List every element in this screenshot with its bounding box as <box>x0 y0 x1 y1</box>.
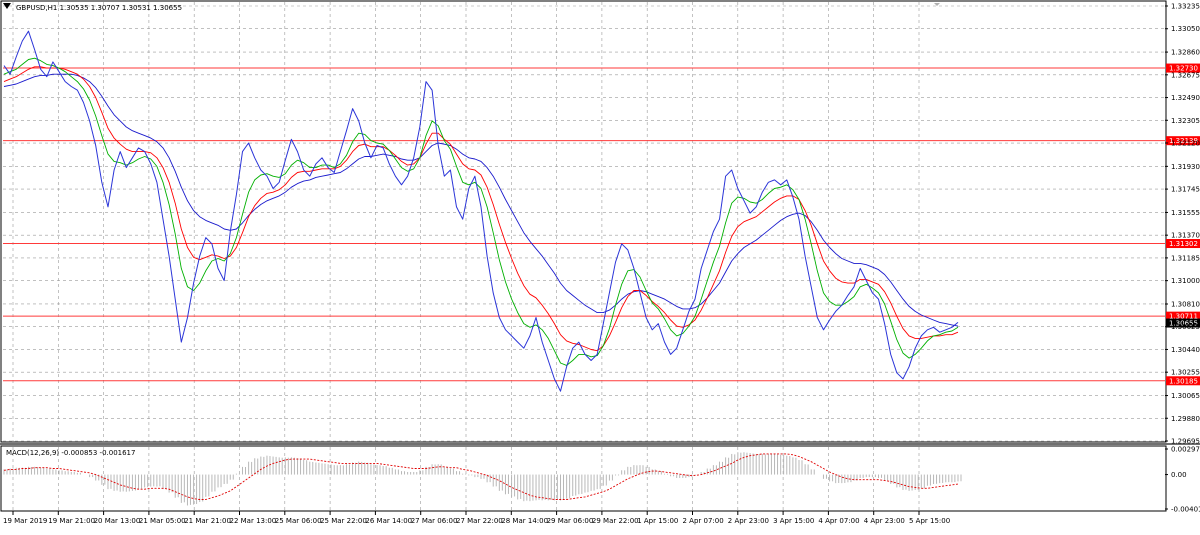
price-axis: 1.33235 1.33050 1.32860 1.32675 1.32490 1.323… <box>1165 3 1200 514</box>
x-tick-label: 2 Apr 23:00 <box>728 517 769 525</box>
macd-header: MACD(12,26,9) -0.000853 -0.001617 <box>6 449 135 457</box>
y-tick-label: 1.29880 <box>1171 415 1200 423</box>
x-tick-label: 2 Apr 07:00 <box>683 517 724 525</box>
x-tick-label: 20 Mar 13:00 <box>94 517 141 525</box>
y-tick-label: 1.30065 <box>1171 392 1200 400</box>
y-tick-label: 1.32490 <box>1171 94 1200 102</box>
y-tick-label: 1.31930 <box>1171 163 1200 171</box>
x-tick-label: 4 Apr 07:00 <box>818 517 859 525</box>
x-tick-label: 5 Apr 15:00 <box>909 517 950 525</box>
y-tick-label: 1.32675 <box>1171 71 1200 79</box>
x-tick-label: 1 Apr 15:00 <box>637 517 678 525</box>
y-tick-label: 1.33235 <box>1171 3 1200 11</box>
price-level-label: 1.31302 <box>1169 240 1198 248</box>
symbol-header: GBPUSD,H1 1.30535 1.30707 1.30531 1.3065… <box>16 4 182 12</box>
trading-chart[interactable]: 1.32730 1.32139 1.31302 1.30711 1.30185 1.306… <box>0 0 1200 531</box>
x-tick-label: 29 Mar 22:00 <box>592 517 639 525</box>
macd-y-tick-label: -0.004011 <box>1171 506 1200 514</box>
price-level-label: 1.30185 <box>1169 377 1198 385</box>
x-tick-label: 27 Mar 22:00 <box>456 517 503 525</box>
y-tick-label: 1.31555 <box>1171 209 1200 217</box>
chart-background <box>0 0 1200 531</box>
x-tick-label: 27 Mar 06:00 <box>411 517 458 525</box>
x-tick-label: 21 Mar 05:00 <box>139 517 186 525</box>
x-tick-label: 29 Mar 06:00 <box>547 517 594 525</box>
x-tick-label: 26 Mar 14:00 <box>365 517 412 525</box>
y-tick-label: 1.31185 <box>1171 254 1200 262</box>
y-tick-label: 1.31370 <box>1171 232 1200 240</box>
chart-canvas[interactable]: 1.327301.321391.313021.307111.301851.306… <box>0 0 1200 531</box>
y-tick-label: 1.30625 <box>1171 323 1200 331</box>
x-tick-label: 19 Mar 21:00 <box>48 517 95 525</box>
x-tick-label: 25 Mar 06:00 <box>275 517 322 525</box>
y-tick-label: 1.29695 <box>1171 438 1200 446</box>
y-tick-label: 1.30810 <box>1171 300 1200 308</box>
x-tick-label: 25 Mar 22:00 <box>320 517 367 525</box>
y-tick-label: 1.31745 <box>1171 186 1200 194</box>
y-tick-label: 1.30255 <box>1171 369 1200 377</box>
x-tick-label: 3 Apr 15:00 <box>773 517 814 525</box>
y-tick-label: 1.30440 <box>1171 346 1200 354</box>
y-tick-label: 1.32120 <box>1171 140 1200 148</box>
macd-y-tick-label: 0.00 <box>1171 471 1187 479</box>
y-tick-label: 1.32305 <box>1171 117 1200 125</box>
macd-y-tick-label: 0.002976 <box>1171 446 1200 454</box>
y-tick-label: 1.32860 <box>1171 49 1200 57</box>
y-tick-label: 1.33050 <box>1171 25 1200 33</box>
x-tick-label: 4 Apr 23:00 <box>864 517 905 525</box>
x-tick-label: 22 Mar 13:00 <box>230 517 277 525</box>
x-tick-label: 21 Mar 21:00 <box>184 517 231 525</box>
x-tick-label: 28 Mar 14:00 <box>501 517 548 525</box>
x-tick-label: 19 Mar 2019 <box>3 517 47 525</box>
y-tick-label: 1.31000 <box>1171 277 1200 285</box>
